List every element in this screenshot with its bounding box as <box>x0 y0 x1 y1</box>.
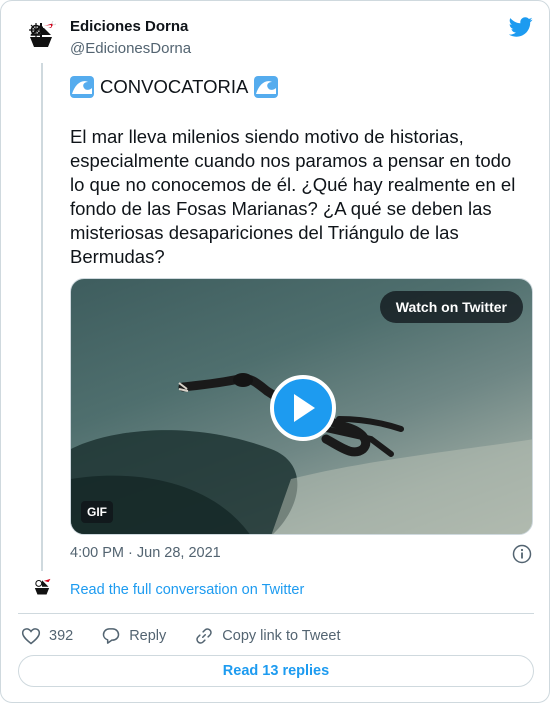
thread-line <box>41 63 43 571</box>
like-count: 392 <box>49 628 74 644</box>
tweet-actions: 392 Reply Copy link to Tweet <box>21 625 369 647</box>
author-avatar-small[interactable] <box>29 575 55 601</box>
copy-link-button[interactable]: Copy link to Tweet <box>194 626 341 646</box>
author-name[interactable]: Ediciones Dorna <box>70 18 188 35</box>
watch-on-twitter-button[interactable]: Watch on Twitter <box>379 291 523 323</box>
like-button[interactable]: 392 <box>21 626 73 646</box>
water-wave-icon <box>70 76 94 98</box>
author-handle[interactable]: @EdicionesDorna <box>70 40 191 57</box>
read-full-conversation-link[interactable]: Read the full conversation on Twitter <box>70 582 304 598</box>
read-replies-button[interactable]: Read 13 replies <box>18 655 534 687</box>
reply-button[interactable]: Reply <box>101 626 166 646</box>
tweet-headline: CONVOCATORIA <box>70 75 279 99</box>
author-avatar[interactable] <box>21 17 61 57</box>
copy-link-label: Copy link to Tweet <box>222 628 341 644</box>
twitter-bird-icon[interactable] <box>509 15 533 39</box>
play-icon <box>294 394 315 422</box>
heart-icon <box>21 628 41 645</box>
divider <box>18 613 534 614</box>
ship-logo-icon <box>21 17 61 57</box>
play-button[interactable] <box>270 375 336 441</box>
water-wave-icon <box>254 76 279 98</box>
tweet-timestamp[interactable]: 4:00 PM · Jun 28, 2021 <box>70 545 221 561</box>
reply-bubble-icon <box>102 628 120 644</box>
gif-badge: GIF <box>81 501 113 523</box>
headline-text: CONVOCATORIA <box>100 76 249 97</box>
ship-logo-icon <box>29 575 55 601</box>
info-icon[interactable] <box>512 544 532 564</box>
reply-label: Reply <box>129 628 167 644</box>
gif-media[interactable]: Watch on Twitter GIF <box>70 278 533 535</box>
link-icon <box>196 628 213 644</box>
tweet-body: El mar lleva milenios siendo motivo de h… <box>70 126 516 267</box>
embedded-tweet-card: Ediciones Dorna @EdicionesDorna CONVOCAT… <box>0 0 550 703</box>
